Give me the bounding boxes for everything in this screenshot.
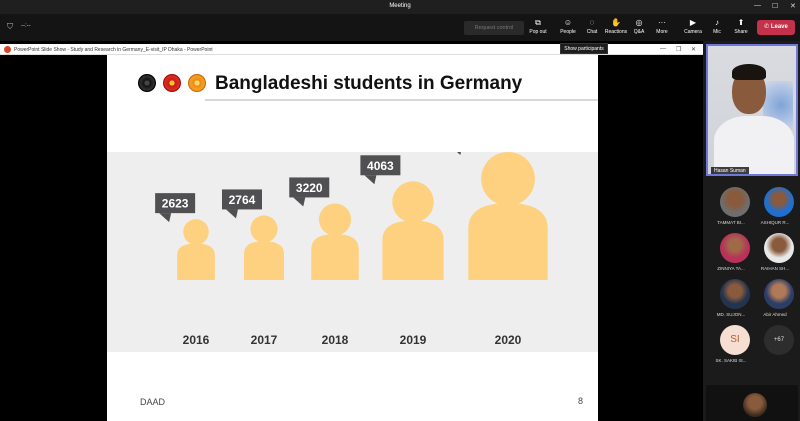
presenter-video-tile[interactable]: Hasan Suman bbox=[706, 44, 798, 176]
presenter-hair bbox=[732, 64, 766, 80]
maximize-icon[interactable]: ☐ bbox=[772, 2, 778, 10]
data-label-pointer bbox=[293, 197, 306, 207]
shield-icon: ⛉ bbox=[7, 22, 13, 31]
share-button[interactable]: ⬆ Share bbox=[727, 18, 755, 40]
slide-page-number: 8 bbox=[578, 396, 584, 406]
bar-figure-head bbox=[392, 181, 434, 223]
data-label-pointer bbox=[456, 152, 461, 155]
bar-figure-head bbox=[183, 219, 209, 245]
ppt-close-icon[interactable]: ✕ bbox=[691, 46, 696, 53]
data-label-pointer bbox=[364, 175, 377, 185]
category-label: 2016 bbox=[183, 333, 210, 347]
bar-figure-body bbox=[177, 243, 215, 280]
participant-name: ASHIQUR R... bbox=[760, 220, 790, 225]
avatar bbox=[764, 187, 794, 217]
data-label: 2623 bbox=[162, 197, 189, 211]
more-icon: ··· bbox=[658, 18, 666, 27]
bar-figure-body bbox=[311, 233, 359, 280]
title-divider bbox=[205, 99, 598, 101]
avatar bbox=[720, 233, 750, 263]
meeting-toolbar: ⛉ --:-- Request control ⧉ Pop out ☺ Peop… bbox=[0, 14, 800, 41]
window-title-bar: Meeting — ☐ ✕ bbox=[0, 0, 800, 14]
video-tile[interactable] bbox=[706, 385, 798, 421]
student-count-chart: 2623201627642017322020184063201951772020 bbox=[155, 152, 548, 347]
show-participants-tooltip: Show participants bbox=[560, 43, 608, 54]
more-participants-count: +67 bbox=[764, 325, 794, 355]
leave-button[interactable]: ✆ Leave bbox=[757, 20, 795, 35]
avatar bbox=[720, 279, 750, 309]
participant-tile[interactable]: Abir Ahmed bbox=[752, 279, 796, 323]
share-icon: ⬆ bbox=[737, 18, 745, 27]
avatar bbox=[764, 233, 794, 263]
bar-figure-body bbox=[382, 220, 444, 280]
category-label: 2019 bbox=[400, 333, 427, 347]
participant-tile[interactable]: MD. SUJON... bbox=[708, 279, 752, 323]
participant-tile[interactable]: SI SK. SAKIB IS... bbox=[708, 325, 752, 369]
red-flower-icon bbox=[163, 74, 181, 92]
slide-footer: DAAD bbox=[140, 397, 166, 407]
more-button[interactable]: ··· More bbox=[648, 18, 676, 40]
avatar bbox=[743, 393, 767, 417]
phone-icon: ✆ bbox=[764, 24, 770, 30]
participant-tile[interactable]: TAMMAT BI... bbox=[708, 187, 752, 231]
participant-name: MD. SUJON... bbox=[716, 312, 746, 317]
more-participants-tile[interactable]: +67 bbox=[752, 325, 796, 369]
ppt-minimize-icon[interactable]: — bbox=[660, 46, 666, 52]
participant-name: TAMMAT BI... bbox=[717, 220, 745, 225]
data-label: 3220 bbox=[296, 181, 323, 195]
participant-tile[interactable]: ZINNIYA TA... bbox=[708, 233, 752, 277]
avatar bbox=[764, 279, 794, 309]
dark-flower-icon bbox=[138, 74, 156, 92]
request-control-button[interactable]: Request control bbox=[464, 21, 524, 35]
participant-tile[interactable]: ASHIQUR R... bbox=[752, 187, 796, 231]
avatar bbox=[720, 187, 750, 217]
category-label: 2020 bbox=[495, 333, 522, 347]
avatar: SI bbox=[720, 325, 750, 355]
participant-name: ZINNIYA TA... bbox=[717, 266, 745, 271]
popout-button[interactable]: ⧉ Pop out bbox=[524, 18, 552, 40]
bar-figure-body bbox=[468, 203, 548, 280]
ppt-maximize-icon[interactable]: ❐ bbox=[676, 46, 681, 53]
powerpoint-logo-icon bbox=[4, 46, 11, 53]
bar-figure-head bbox=[481, 152, 535, 206]
data-label-pointer bbox=[225, 209, 238, 219]
category-label: 2018 bbox=[322, 333, 349, 347]
window-title: Meeting bbox=[389, 3, 411, 9]
participant-tile[interactable]: RAIHAN SH... bbox=[752, 233, 796, 277]
participant-name: SK. SAKIB IS... bbox=[715, 358, 747, 363]
data-label-pointer bbox=[159, 213, 172, 223]
meeting-timer: --:-- bbox=[21, 23, 31, 29]
bar-figure-head bbox=[318, 203, 352, 236]
slide-title: Bangladeshi students in Germany bbox=[215, 73, 523, 94]
orange-flower-icon bbox=[188, 74, 206, 92]
bar-figure-head bbox=[250, 215, 278, 243]
presentation-slide: Bangladeshi students in Germany 2623 2016… bbox=[107, 55, 598, 421]
data-label: 4063 bbox=[367, 159, 394, 173]
data-label: 2764 bbox=[229, 193, 256, 207]
participant-name: RAIHAN SH... bbox=[760, 266, 790, 271]
powerpoint-window-title: PowerPoint Slide Show - Study and Resear… bbox=[14, 47, 213, 53]
bar-figure-body bbox=[243, 241, 285, 280]
minimize-icon[interactable]: — bbox=[754, 2, 761, 9]
participant-name: Abir Ahmed bbox=[763, 312, 787, 317]
close-icon[interactable]: ✕ bbox=[790, 2, 796, 10]
popout-icon: ⧉ bbox=[535, 18, 541, 27]
category-label: 2017 bbox=[251, 333, 278, 347]
presenter-name-tag: Hasan Suman bbox=[711, 167, 749, 174]
